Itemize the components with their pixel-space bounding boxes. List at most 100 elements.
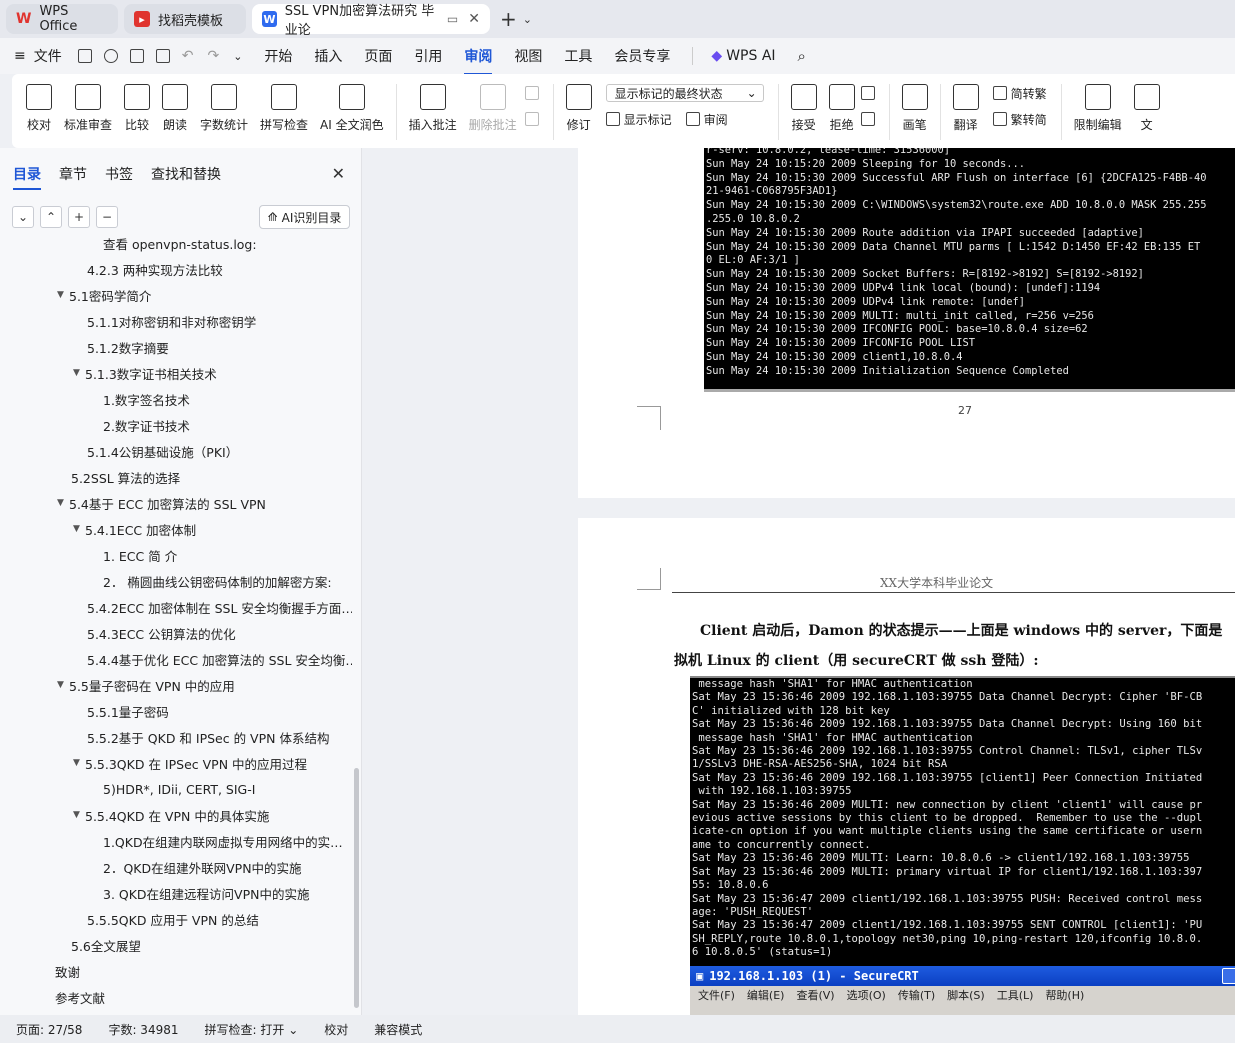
tab-bookmarks[interactable]: 书签 — [105, 164, 133, 184]
menu-page[interactable]: 页面 — [364, 46, 392, 66]
toc-item[interactable]: 5.5.2基于 QKD 和 IPSec 的 VPN 体系结构 — [0, 724, 352, 750]
securecrt-menu-item[interactable]: 工具(L) — [997, 987, 1034, 1003]
print-preview-icon[interactable] — [155, 49, 170, 63]
tab-wps-office[interactable]: W WPS Office — [6, 4, 118, 34]
tab-document[interactable]: W SSL VPN加密算法研究 毕业论 ▭ ✕ — [252, 4, 490, 38]
toc-item[interactable]: 5.4.3ECC 公钥算法的优化 — [0, 620, 352, 646]
minimize-icon[interactable] — [1222, 968, 1235, 984]
save-icon[interactable] — [77, 49, 92, 63]
delete-comment-button[interactable]: 删除批注 — [469, 84, 517, 133]
toc-item[interactable]: 5.6全文展望 — [0, 932, 352, 958]
reject-button[interactable]: 拒绝 — [828, 84, 855, 133]
spell-check-indicator[interactable]: 拼写检查: 打开 ⌄ — [205, 1021, 299, 1038]
menu-review[interactable]: 审阅 — [464, 46, 493, 75]
toggle-arrow-icon[interactable]: ▼ — [57, 290, 69, 300]
insert-comment-button[interactable]: 插入批注 — [409, 84, 457, 133]
tab-toc[interactable]: 目录 — [13, 164, 41, 190]
page-indicator[interactable]: 页面: 27/58 — [16, 1021, 82, 1038]
toc-item[interactable]: 5.5.1量子密码 — [0, 698, 352, 724]
toggle-arrow-icon[interactable]: ▼ — [73, 810, 85, 820]
close-tab-icon[interactable]: ✕ — [468, 11, 480, 27]
menu-view[interactable]: 视图 — [514, 46, 542, 66]
toc-item[interactable]: 1.数字签名技术 — [0, 386, 352, 412]
standard-review-button[interactable]: 标准审查 — [64, 84, 112, 133]
search-icon[interactable]: ⌕ — [798, 47, 806, 65]
compare-button[interactable]: 比较 — [124, 84, 151, 133]
tab-chapters[interactable]: 章节 — [59, 164, 87, 184]
menu-home[interactable]: 开始 — [264, 46, 292, 66]
new-tab-icon[interactable]: + — [500, 7, 517, 31]
toc-item[interactable]: 5.1.4公钥基础设施（PKI） — [0, 438, 352, 464]
ai-toc-button[interactable]: ⟰ AI识别目录 — [259, 205, 350, 229]
toggle-arrow-icon[interactable]: ▼ — [57, 498, 69, 508]
word-count-button[interactable]: 字数统计 — [200, 84, 248, 133]
toggle-arrow-icon[interactable]: ▼ — [73, 368, 85, 378]
tab-find-replace[interactable]: 查找和替换 — [151, 164, 221, 184]
menu-tools[interactable]: 工具 — [564, 46, 592, 66]
toc-item[interactable]: 2． 椭圆曲线公钥密码体制的加解密方案: — [0, 568, 352, 594]
prev-comment-button[interactable] — [524, 84, 539, 102]
accept-button[interactable]: 接受 — [790, 84, 817, 133]
ai-polish-button[interactable]: AI 全文润色 — [320, 84, 384, 133]
proof-indicator[interactable]: 校对 — [324, 1021, 348, 1038]
toc-item[interactable]: 5.4.4基于优化 ECC 加密算法的 SSL 安全均衡… — [0, 646, 352, 672]
toc-item[interactable]: 2．QKD在组建外联网VPN中的实施 — [0, 854, 352, 880]
toc-item[interactable]: 3. QKD在组建远程访问VPN中的实施 — [0, 880, 352, 906]
toc-item[interactable]: ▼ 5.5量子密码在 VPN 中的应用 — [0, 672, 352, 698]
undo-icon[interactable]: ↶ — [182, 48, 194, 64]
document-more-button[interactable]: 文 — [1133, 84, 1160, 133]
hamburger-icon[interactable]: ≡ — [14, 48, 26, 64]
word-count-indicator[interactable]: 字数: 34981 — [108, 1021, 178, 1038]
revise-button[interactable]: 修订 — [565, 84, 592, 133]
menu-file[interactable]: 文件 — [34, 46, 62, 66]
pen-button[interactable]: 画笔 — [901, 84, 928, 133]
toc-item[interactable]: 致谢 — [0, 958, 352, 984]
chevron-down-icon[interactable]: ⌄ — [523, 13, 532, 26]
next-change-button[interactable] — [860, 110, 875, 128]
restrict-edit-button[interactable]: 限制编辑 — [1074, 84, 1122, 133]
export-icon[interactable] — [103, 49, 118, 63]
expand-down-button[interactable]: ⌄ — [12, 206, 34, 228]
securecrt-menu-item[interactable]: 文件(F) — [698, 987, 735, 1003]
toc-item[interactable]: 5.1.1对称密钥和非对称密钥学 — [0, 308, 352, 334]
securecrt-menu-item[interactable]: 选项(O) — [847, 987, 886, 1003]
toc-item[interactable]: ▼ 5.5.4QKD 在 VPN 中的具体实施 — [0, 802, 352, 828]
securecrt-menu-item[interactable]: 传输(T) — [898, 987, 935, 1003]
toc-item[interactable]: 5.4.2ECC 加密体制在 SSL 安全均衡握手方面… — [0, 594, 352, 620]
prev-change-button[interactable] — [860, 84, 875, 102]
to-simplified-button[interactable]: 繁转简 — [992, 110, 1047, 128]
add-heading-button[interactable]: + — [68, 206, 90, 228]
read-aloud-button[interactable]: 朗读 — [162, 84, 189, 133]
toc-item[interactable]: 2.数字证书技术 — [0, 412, 352, 438]
to-traditional-button[interactable]: 简转繁 — [992, 84, 1047, 102]
menu-member[interactable]: 会员专享 — [614, 46, 670, 66]
toc-item[interactable]: 5)HDR*, IDii, CERT, SIG-I — [0, 776, 352, 802]
securecrt-menu-item[interactable]: 编辑(E) — [747, 987, 785, 1003]
toc-item[interactable]: ▼ 5.4.1ECC 加密体制 — [0, 516, 352, 542]
menu-insert[interactable]: 插入 — [314, 46, 342, 66]
show-markup-button[interactable]: 显示标记 — [605, 111, 672, 128]
securecrt-menu-item[interactable]: 帮助(H) — [1045, 987, 1084, 1003]
monitor-icon[interactable]: ▭ — [447, 12, 458, 26]
menu-wps-ai[interactable]: WPS AI — [726, 48, 775, 64]
toc-item[interactable]: 参考文献 — [0, 984, 352, 1010]
more-chevron-icon[interactable]: ⌄ — [233, 50, 242, 63]
toc-item[interactable]: 1. ECC 简 介 — [0, 542, 352, 568]
translate-button[interactable]: 翻译 — [952, 84, 979, 133]
review-pane-button[interactable]: 审阅 — [685, 111, 728, 128]
spell-check-button[interactable]: 拼写检查 — [260, 84, 308, 133]
print-icon[interactable] — [129, 49, 144, 63]
toc-item[interactable]: ▼ 5.1密码学简介 — [0, 282, 352, 308]
securecrt-menu-item[interactable]: 查看(V) — [796, 987, 834, 1003]
toggle-arrow-icon[interactable]: ▼ — [73, 524, 85, 534]
toc-item[interactable]: ▼ 5.4基于 ECC 加密算法的 SSL VPN — [0, 490, 352, 516]
proof-button[interactable]: 校对 — [26, 84, 52, 133]
close-panel-icon[interactable]: ✕ — [332, 164, 345, 183]
toc-item[interactable]: ▼ 5.1.3数字证书相关技术 — [0, 360, 352, 386]
toc-item[interactable]: ▼ 5.5.3QKD 在 IPSec VPN 中的应用过程 — [0, 750, 352, 776]
collapse-up-button[interactable]: ⌃ — [40, 206, 62, 228]
redo-icon[interactable]: ↷ — [207, 48, 219, 64]
toc-item[interactable]: 4.2.3 两种实现方法比较 — [0, 256, 352, 282]
toggle-arrow-icon[interactable]: ▼ — [73, 758, 85, 768]
toc-item[interactable]: 5.1.2数字摘要 — [0, 334, 352, 360]
